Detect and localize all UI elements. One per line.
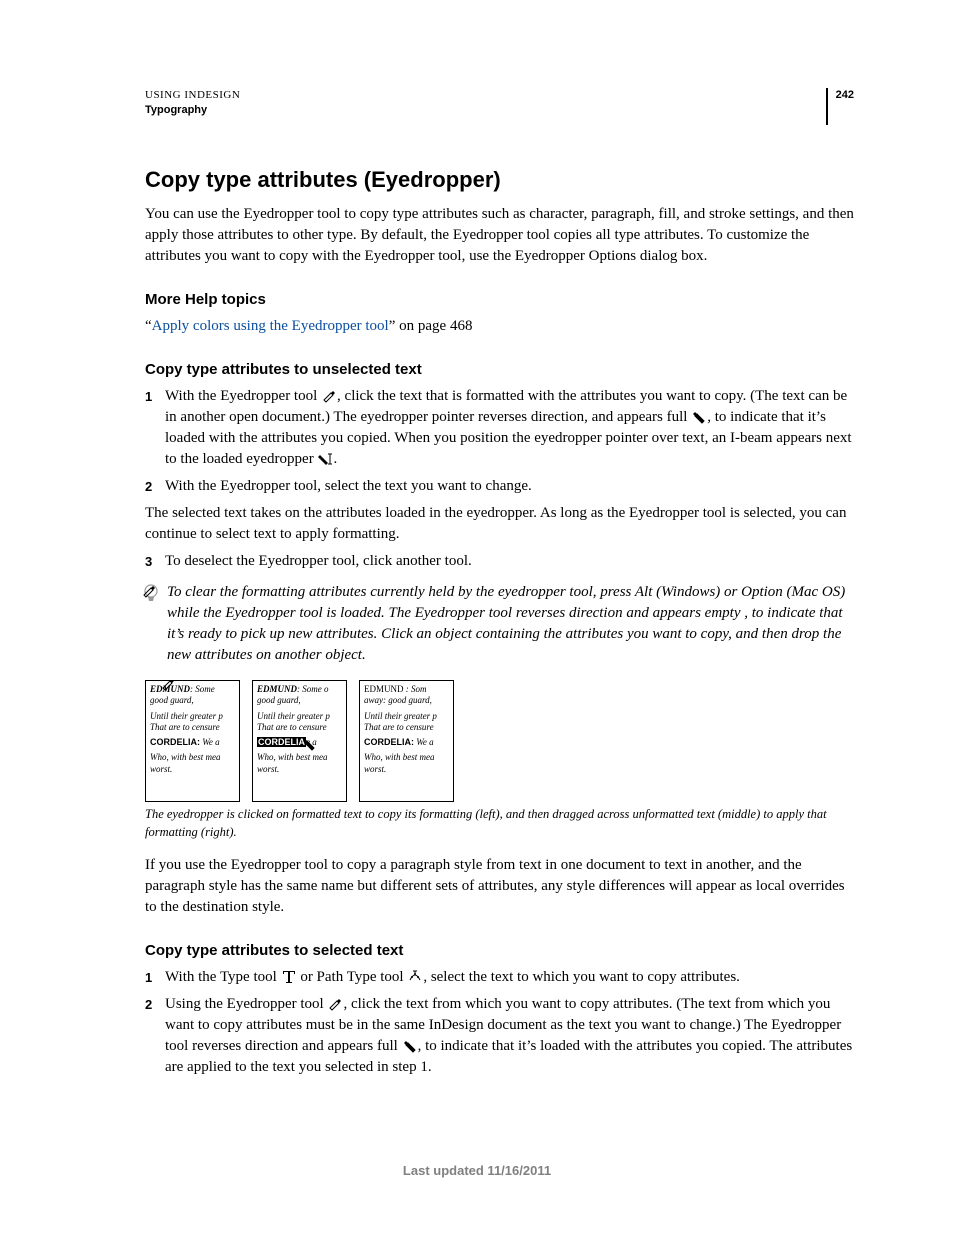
page-header: USING INDESIGN Typography 242 bbox=[145, 88, 854, 125]
section-a-para: The selected text takes on the attribute… bbox=[145, 503, 854, 545]
footer: Last updated 11/16/2011 bbox=[0, 1162, 954, 1180]
figure-panel-right: EDMUND : Som away: good guard, Until the… bbox=[359, 680, 454, 802]
step-1: With the Eyedropper tool , click the tex… bbox=[145, 386, 854, 470]
eyedropper-full-icon bbox=[301, 735, 317, 751]
eyedropper-full-icon bbox=[691, 408, 707, 424]
section-name: Typography bbox=[145, 103, 240, 118]
figure-panel-middle: EDMUND: Some o good guard, Until their g… bbox=[252, 680, 347, 802]
page-number: 242 bbox=[826, 88, 854, 125]
breadcrumb: USING INDESIGN bbox=[145, 88, 240, 103]
type-tool-icon bbox=[281, 968, 297, 984]
post-figure-paragraph: If you use the Eyedropper tool to copy a… bbox=[145, 855, 854, 918]
section-a-steps: With the Eyedropper tool , click the tex… bbox=[145, 386, 854, 497]
section-a-heading: Copy type attributes to unselected text bbox=[145, 359, 854, 380]
section-a-steps-cont: To deselect the Eyedropper tool, click a… bbox=[145, 551, 854, 572]
figure: EDMUND: Some good guard, Until their gre… bbox=[145, 680, 854, 802]
section-b-heading: Copy type attributes to selected text bbox=[145, 940, 854, 961]
eyedropper-empty-icon bbox=[141, 582, 157, 598]
step-b1: With the Type tool or Path Type tool , s… bbox=[145, 967, 854, 988]
step-3: To deselect the Eyedropper tool, click a… bbox=[145, 551, 854, 572]
eyedropper-empty-icon bbox=[160, 680, 176, 691]
intro-paragraph: You can use the Eyedropper tool to copy … bbox=[145, 204, 854, 267]
more-help-link-line: “Apply colors using the Eyedropper tool”… bbox=[145, 316, 854, 337]
step-b2: Using the Eyedropper tool , click the te… bbox=[145, 994, 854, 1078]
path-type-tool-icon bbox=[407, 968, 423, 984]
step-2: With the Eyedropper tool, select the tex… bbox=[145, 476, 854, 497]
help-link[interactable]: Apply colors using the Eyedropper tool bbox=[152, 318, 389, 334]
eyedropper-full-icon bbox=[402, 1037, 418, 1053]
figure-panel-left: EDMUND: Some good guard, Until their gre… bbox=[145, 680, 240, 802]
eyedropper-ibeam-icon bbox=[317, 450, 333, 466]
figure-caption: The eyedropper is clicked on formatted t… bbox=[145, 806, 854, 841]
eyedropper-empty-icon bbox=[327, 995, 343, 1011]
tip-paragraph: To clear the formatting attributes curre… bbox=[145, 582, 854, 666]
section-b-steps: With the Type tool or Path Type tool , s… bbox=[145, 967, 854, 1078]
page-title: Copy type attributes (Eyedropper) bbox=[145, 165, 854, 196]
eyedropper-empty-icon bbox=[321, 387, 337, 403]
more-help-heading: More Help topics bbox=[145, 289, 854, 310]
